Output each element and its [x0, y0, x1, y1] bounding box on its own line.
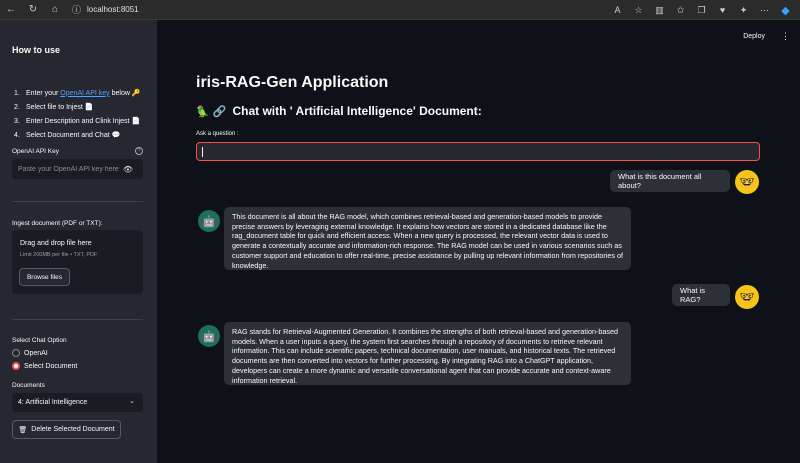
assistant-message: RAG stands for Retrieval-Augmented Gener… — [224, 322, 631, 385]
user-avatar: 🤓 — [735, 285, 759, 309]
radio-openai[interactable]: OpenAI — [12, 349, 48, 357]
read-aloud-icon[interactable]: A — [607, 0, 628, 20]
more-icon[interactable]: ⋯ — [754, 0, 775, 20]
eye-icon[interactable]: 👁 — [123, 165, 133, 174]
reload-icon[interactable]: ↻ — [22, 0, 44, 20]
assistant-avatar: 🤖 — [198, 325, 220, 347]
browser-actions: A ☆ ▥ ✩ ❐ ♥ ✦ ⋯ ◆ — [607, 0, 796, 20]
dropzone-limit: Limit 200MB per file • TXT, PDF — [20, 252, 98, 258]
user-avatar: 🤓 — [735, 170, 759, 194]
question-label: Ask a question : — [196, 131, 239, 137]
user-message: What is this document all about? — [610, 170, 730, 192]
favorites-icon[interactable]: ✩ — [670, 0, 691, 20]
text-caret — [202, 147, 203, 157]
back-icon[interactable]: ← — [0, 0, 22, 20]
help-icon[interactable]: ? — [135, 147, 143, 155]
step-1: 1. Enter your OpenAI API key below 🔑 — [14, 89, 141, 98]
trash-icon: 🗑 — [18, 426, 28, 434]
home-icon[interactable]: ⌂ — [44, 0, 66, 20]
collections-icon[interactable]: ❐ — [691, 0, 712, 20]
step-3: 3. Enter Description and Clink Injest 📄 — [14, 117, 141, 126]
file-dropzone[interactable]: Drag and drop file here Limit 200MB per … — [12, 230, 143, 294]
radio-select-document[interactable]: Select Document — [12, 362, 77, 370]
split-screen-icon[interactable]: ▥ — [649, 0, 670, 20]
deploy-button[interactable]: Deploy — [743, 33, 765, 40]
app-toolbar: Deploy ⋮ — [743, 31, 790, 42]
documents-selected-value: 4: Artificial Intelligence — [18, 399, 88, 406]
chat-option-label: Select Chat Option — [12, 337, 67, 344]
radio-button-selected[interactable] — [12, 362, 20, 370]
favorite-icon[interactable]: ☆ — [628, 0, 649, 20]
step-4: 4. Select Document and Chat 💬 — [14, 131, 121, 140]
page-title: iris-RAG-Gen Application — [196, 74, 389, 91]
api-key-input[interactable] — [18, 165, 123, 173]
health-icon[interactable]: ♥ — [712, 0, 733, 20]
api-key-field[interactable]: 👁 — [12, 159, 143, 179]
browse-files-button[interactable]: Browse files — [19, 268, 70, 286]
divider — [12, 319, 143, 320]
chevron-down-icon: ⌄ — [129, 398, 135, 405]
divider — [12, 201, 143, 202]
ingest-label: Ingest document (PDF or TXT): — [12, 220, 103, 227]
url-text[interactable]: localhost:8051 — [87, 5, 139, 14]
sidebar-title: How to use — [12, 45, 61, 55]
extensions-icon[interactable]: ✦ — [733, 0, 754, 20]
chat-subtitle: 🦜 🔗 Chat with ' Artificial Intelligence'… — [196, 104, 482, 118]
how-to-steps: 1. Enter your OpenAI API key below 🔑 2. … — [14, 86, 154, 142]
step-2: 2. Select file to Injest 📄 — [14, 103, 94, 112]
api-key-label: OpenAI API Key — [12, 148, 59, 155]
parrot-link-icon: 🦜 🔗 — [196, 105, 227, 118]
documents-label: Documents — [12, 382, 45, 389]
question-input[interactable] — [197, 145, 759, 162]
address-bar[interactable]: ⓘ localhost:8051 — [72, 3, 672, 17]
assistant-avatar: 🤖 — [198, 210, 220, 232]
documents-select[interactable]: 4: Artificial Intelligence ⌄ — [12, 393, 143, 412]
assistant-message: This document is all about the RAG model… — [224, 207, 631, 270]
browser-toolbar: ← ↻ ⌂ ⓘ localhost:8051 A ☆ ▥ ✩ ❐ ♥ ✦ ⋯ ◆ — [0, 0, 800, 20]
user-message: What is RAG? — [672, 284, 730, 306]
delete-document-button[interactable]: 🗑 Delete Selected Document — [12, 420, 121, 439]
edge-copilot-icon[interactable]: ◆ — [775, 0, 796, 20]
info-icon[interactable]: ⓘ — [72, 3, 81, 16]
radio-button[interactable] — [12, 349, 20, 357]
openai-api-key-link[interactable]: OpenAI API key — [60, 90, 109, 97]
dropzone-title: Drag and drop file here — [20, 240, 92, 247]
main-menu-icon[interactable]: ⋮ — [781, 31, 790, 42]
question-field[interactable] — [196, 142, 760, 162]
